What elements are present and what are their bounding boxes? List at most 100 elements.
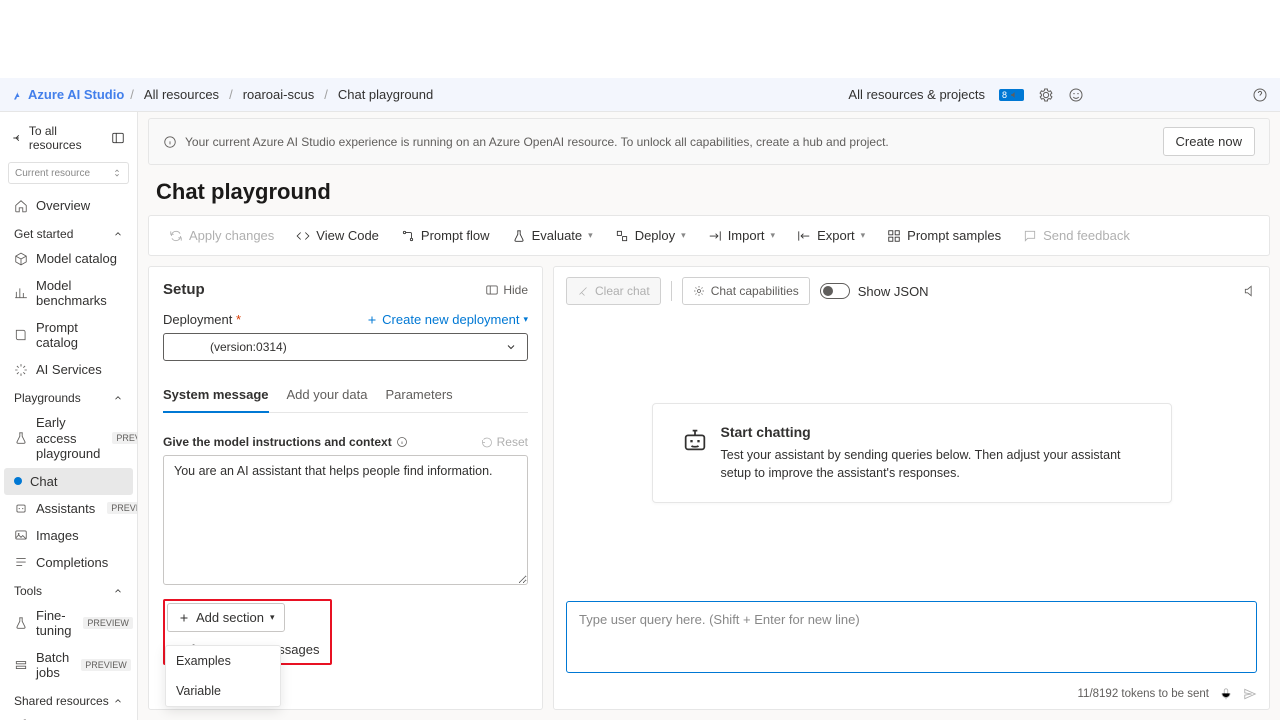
chevron-up-icon <box>113 393 123 403</box>
breadcrumbs: / All resources / roaroai-scus / Chat pl… <box>130 87 433 102</box>
sidebar-item-chat[interactable]: Chat <box>4 468 133 495</box>
megaphone-icon <box>1009 90 1021 100</box>
undo-icon <box>481 436 493 448</box>
sidebar: To all resources Current resource Overvi… <box>0 112 138 720</box>
updown-icon <box>112 167 122 179</box>
sidebar-item-early-access[interactable]: Early access playgroundPREVIEW <box>4 409 133 468</box>
sidebar-item-ai-services[interactable]: AI Services <box>4 356 133 383</box>
back-to-resources[interactable]: To all resources <box>4 120 133 156</box>
chevron-down-icon: ▾ <box>771 230 776 241</box>
add-section-button[interactable]: Add section ▾ <box>167 603 285 632</box>
send-icon[interactable] <box>1243 687 1257 701</box>
crumb-resource[interactable]: roaroai-scus <box>243 87 315 102</box>
evaluate-button[interactable]: Evaluate▾ <box>502 220 603 251</box>
info-icon[interactable] <box>396 436 408 448</box>
toggle-switch[interactable] <box>820 283 850 299</box>
chart-icon <box>14 286 28 300</box>
flow-icon <box>401 229 415 243</box>
chat-input-area: Type user query here. (Shift + Enter for… <box>554 591 1269 683</box>
start-chatting-card: Start chatting Test your assistant by se… <box>652 403 1172 503</box>
mic-icon[interactable] <box>1219 687 1233 701</box>
stack-icon <box>14 658 28 672</box>
feedback-icon <box>1023 229 1037 243</box>
prompt-flow-button[interactable]: Prompt flow <box>391 220 500 251</box>
system-message-input[interactable] <box>163 455 528 585</box>
help-icon[interactable] <box>1252 87 1268 103</box>
chat-footer: 11/8192 tokens to be sent <box>554 683 1269 709</box>
tab-parameters[interactable]: Parameters <box>385 379 452 412</box>
collapse-sidebar-icon[interactable] <box>111 131 125 145</box>
tab-add-data[interactable]: Add your data <box>287 379 368 412</box>
chat-header: Clear chat Chat capabilities Show JSON <box>554 267 1269 315</box>
resource-selector[interactable]: Current resource <box>8 162 129 184</box>
smile-feedback-icon[interactable] <box>1068 87 1084 103</box>
crumb-page[interactable]: Chat playground <box>338 87 433 102</box>
prompt-samples-button[interactable]: Prompt samples <box>877 220 1011 251</box>
info-icon <box>163 135 177 149</box>
import-button[interactable]: Import▾ <box>698 220 785 251</box>
sidebar-item-overview[interactable]: Overview <box>4 192 133 219</box>
sidebar-item-model-benchmarks[interactable]: Model benchmarks <box>4 272 133 314</box>
content-area: Your current Azure AI Studio experience … <box>138 112 1280 720</box>
section-get-started[interactable]: Get started <box>4 219 133 245</box>
settings-icon[interactable] <box>1038 87 1054 103</box>
sidebar-item-fine-tuning[interactable]: Fine-tuningPREVIEW <box>4 602 133 644</box>
import-icon <box>708 229 722 243</box>
section-tools[interactable]: Tools <box>4 576 133 602</box>
dropdown-item-variable[interactable]: Variable <box>166 676 280 706</box>
sidebar-item-completions[interactable]: Completions <box>4 549 133 576</box>
sparkle-icon <box>14 363 28 377</box>
chat-capabilities-button[interactable]: Chat capabilities <box>682 277 810 305</box>
section-playgrounds[interactable]: Playgrounds <box>4 383 133 409</box>
clear-chat-button: Clear chat <box>566 277 661 305</box>
hide-setup-button[interactable]: Hide <box>485 283 528 297</box>
create-deployment-link[interactable]: Create new deployment ▾ <box>366 312 528 327</box>
apply-changes-button: Apply changes <box>159 220 284 251</box>
dropdown-item-examples[interactable]: Examples <box>166 646 280 676</box>
arrow-left-icon <box>12 132 23 144</box>
create-now-button[interactable]: Create now <box>1163 127 1255 156</box>
sidebar-item-model-catalog[interactable]: Model catalog <box>4 245 133 272</box>
send-feedback-button: Send feedback <box>1013 220 1140 251</box>
sidebar-item-deployments[interactable]: Deployments <box>4 712 133 720</box>
chevron-down-icon: ▾ <box>681 230 686 241</box>
show-json-toggle[interactable]: Show JSON <box>820 283 929 299</box>
check-icon <box>512 229 526 243</box>
section-shared[interactable]: Shared resources <box>4 686 133 712</box>
sidebar-item-batch-jobs[interactable]: Batch jobsPREVIEW <box>4 644 133 686</box>
notification-badge[interactable]: 8 <box>999 89 1024 101</box>
tab-system-message[interactable]: System message <box>163 379 269 412</box>
chat-input[interactable]: Type user query here. (Shift + Enter for… <box>566 601 1257 673</box>
export-button[interactable]: Export▾ <box>787 220 875 251</box>
azure-logo-icon <box>12 89 24 101</box>
bot-icon <box>681 426 707 452</box>
toolbar: Apply changes View Code Prompt flow Eval… <box>148 215 1270 256</box>
image-icon <box>14 528 28 542</box>
chevron-down-icon: ▾ <box>588 230 593 241</box>
plus-icon <box>178 612 190 624</box>
text-icon <box>14 555 28 569</box>
sidebar-item-images[interactable]: Images <box>4 522 133 549</box>
info-banner: Your current Azure AI Studio experience … <box>148 118 1270 165</box>
deploy-icon <box>615 229 629 243</box>
sidebar-item-assistants[interactable]: AssistantsPREVIEW <box>4 495 133 522</box>
collapse-icon <box>485 283 499 297</box>
sliders-icon <box>14 616 28 630</box>
view-code-button[interactable]: View Code <box>286 220 389 251</box>
reset-button[interactable]: Reset <box>481 435 528 449</box>
crumb-all-resources[interactable]: All resources <box>144 87 219 102</box>
chevron-up-icon <box>113 696 123 706</box>
chat-panel: Clear chat Chat capabilities Show JSON <box>553 266 1270 710</box>
all-resources-link[interactable]: All resources & projects <box>848 87 985 102</box>
instructions-label: Give the model instructions and context <box>163 435 408 449</box>
book-icon <box>14 328 28 342</box>
speaker-icon[interactable] <box>1243 284 1257 298</box>
home-icon <box>14 199 28 213</box>
product-logo[interactable]: Azure AI Studio <box>12 87 124 102</box>
deployment-label: Deployment * <box>163 312 241 327</box>
cube-icon <box>14 252 28 266</box>
sidebar-item-prompt-catalog[interactable]: Prompt catalog <box>4 314 133 356</box>
chevron-down-icon <box>505 341 517 353</box>
deploy-button[interactable]: Deploy▾ <box>605 220 696 251</box>
deployment-select[interactable]: (version:0314) <box>163 333 528 361</box>
